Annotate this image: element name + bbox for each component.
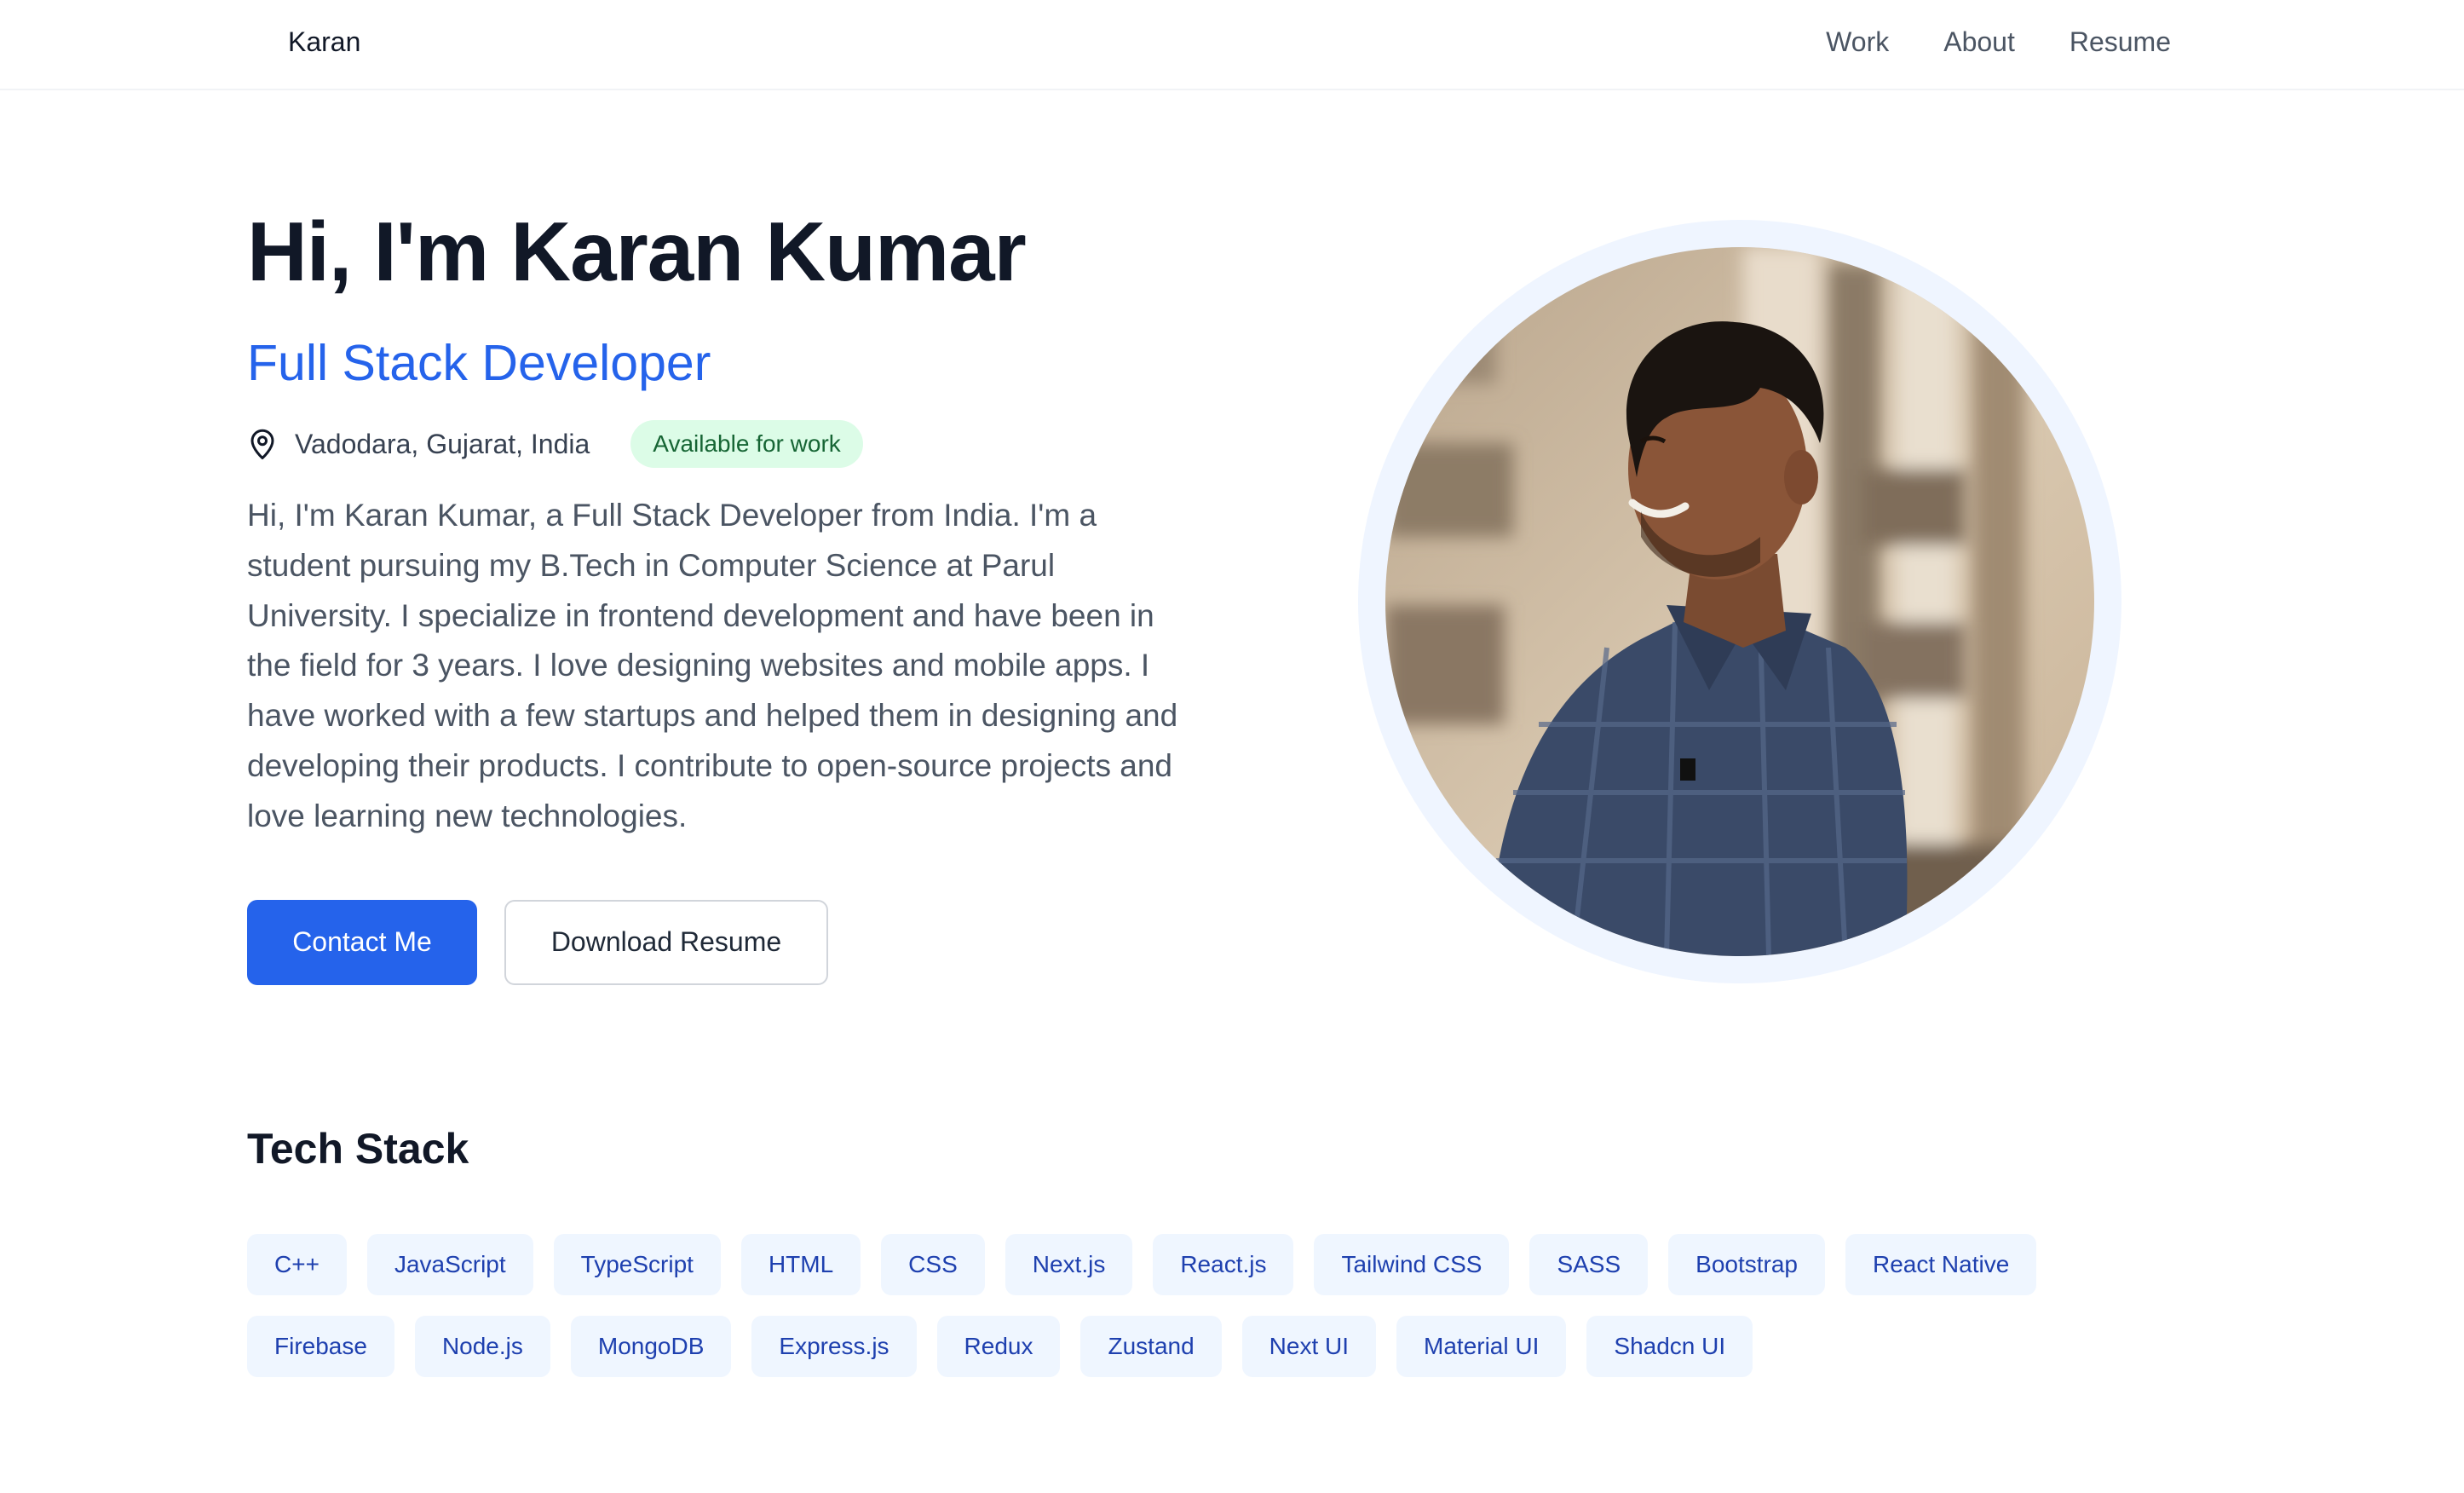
download-resume-button[interactable]: Download Resume	[504, 899, 828, 985]
brand-logo-link[interactable]: Karan	[288, 25, 360, 59]
top-navigation-bar: Karan Work About Resume	[0, 0, 2464, 90]
tech-chip: Material UI	[1396, 1316, 1567, 1377]
nav-link-about[interactable]: About	[1943, 25, 2015, 59]
tech-chip: Tailwind CSS	[1314, 1234, 1510, 1295]
tech-chip: Express.js	[751, 1316, 917, 1377]
tech-chip: React.js	[1153, 1234, 1294, 1295]
tech-chip: Next UI	[1241, 1316, 1377, 1377]
location-text: Vadodara, Gujarat, India	[295, 429, 590, 459]
hero-section: Hi, I'm Karan Kumar Full Stack Developer…	[247, 196, 1210, 985]
hero-role: Full Stack Developer	[247, 335, 711, 391]
hero-title: Hi, I'm Karan Kumar	[247, 205, 1027, 298]
tech-chip: CSS	[881, 1234, 985, 1295]
profile-photo-ring	[1358, 220, 2121, 983]
tech-stack-row-1: C++ JavaScript TypeScript HTML CSS Next.…	[247, 1234, 2037, 1295]
cta-buttons: Contact Me Download Resume	[247, 899, 1210, 985]
tech-chip: C++	[247, 1234, 347, 1295]
tech-chip: HTML	[740, 1234, 861, 1295]
main-nav: Work About Resume	[1826, 25, 2171, 59]
hero-bio: Hi, I'm Karan Kumar, a Full Stack Develo…	[247, 498, 1178, 833]
tech-chip: Firebase	[247, 1316, 394, 1377]
tech-chip: Next.js	[1005, 1234, 1133, 1295]
profile-photo	[1385, 247, 2094, 956]
tech-chip: MongoDB	[570, 1316, 732, 1377]
nav-link-work[interactable]: Work	[1826, 25, 1889, 59]
tech-chip: Redux	[936, 1316, 1061, 1377]
tech-chip: Bootstrap	[1668, 1234, 1825, 1295]
tech-chip: Node.js	[414, 1316, 550, 1377]
location-row: Vadodara, Gujarat, India Available for w…	[247, 419, 1210, 469]
tech-chip: Zustand	[1080, 1316, 1222, 1377]
availability-badge: Available for work	[630, 420, 863, 468]
profile-photo-illustration	[1385, 247, 2094, 956]
tech-stack-row-2: Firebase Node.js MongoDB Express.js Redu…	[247, 1316, 1753, 1377]
map-pin-icon	[247, 427, 278, 461]
nav-link-resume[interactable]: Resume	[2070, 25, 2171, 59]
tech-chip: JavaScript	[366, 1234, 533, 1295]
contact-me-button[interactable]: Contact Me	[247, 899, 477, 985]
tech-chip: Shadcn UI	[1586, 1316, 1753, 1377]
tech-chip: TypeScript	[553, 1234, 721, 1295]
tech-stack-title: Tech Stack	[247, 1125, 469, 1173]
tech-chip: React Native	[1845, 1234, 2037, 1295]
tech-chip: SASS	[1529, 1234, 1649, 1295]
